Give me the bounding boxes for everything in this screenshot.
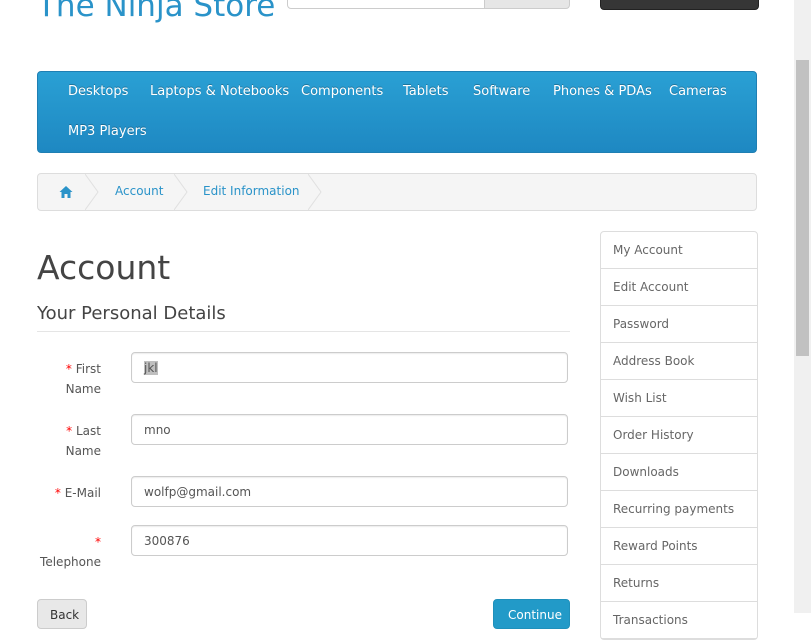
- required-mark: *: [66, 424, 73, 438]
- main-menu: Desktops Laptops & Notebooks Components …: [37, 71, 757, 153]
- menu-item-mp3-players[interactable]: MP3 Players: [68, 124, 147, 139]
- home-icon[interactable]: [59, 184, 73, 198]
- sidebar-item-returns[interactable]: Returns: [601, 565, 757, 602]
- breadcrumb-separator: [174, 174, 188, 210]
- cart-button[interactable]: [600, 0, 759, 10]
- sidebar-item-reward-points[interactable]: Reward Points: [601, 528, 757, 565]
- sidebar-item-my-account[interactable]: My Account: [601, 232, 757, 269]
- breadcrumb-separator: [308, 174, 322, 210]
- menu-item-laptops[interactable]: Laptops & Notebooks: [150, 84, 289, 99]
- menu-item-cameras[interactable]: Cameras: [669, 84, 727, 99]
- menu-item-tablets[interactable]: Tablets: [403, 84, 449, 99]
- menu-item-phones[interactable]: Phones & PDAs: [553, 84, 652, 99]
- account-sidebar: My Account Edit Account Password Address…: [600, 231, 758, 640]
- required-mark: *: [65, 362, 72, 376]
- scrollbar-thumb[interactable]: [796, 60, 809, 356]
- sidebar-item-edit-account[interactable]: Edit Account: [601, 269, 757, 306]
- telephone-label: * Telephone: [37, 532, 101, 572]
- sidebar-item-order-history[interactable]: Order History: [601, 417, 757, 454]
- breadcrumb: Account Edit Information: [37, 173, 757, 211]
- breadcrumb-edit-information[interactable]: Edit Information: [203, 184, 300, 198]
- menu-item-software[interactable]: Software: [473, 84, 530, 99]
- search-button[interactable]: [484, 0, 570, 9]
- required-mark: *: [95, 535, 101, 549]
- breadcrumb-separator: [85, 174, 99, 210]
- section-title: Your Personal Details: [37, 303, 570, 332]
- email-label: * E-Mail: [37, 483, 101, 503]
- sidebar-item-password[interactable]: Password: [601, 306, 757, 343]
- back-button[interactable]: Back: [37, 599, 87, 629]
- continue-button[interactable]: Continue: [493, 599, 570, 629]
- sidebar-item-downloads[interactable]: Downloads: [601, 454, 757, 491]
- search-group: [287, 0, 570, 9]
- label-line: Telephone: [40, 555, 101, 569]
- search-input[interactable]: [287, 0, 485, 9]
- label-line: Name: [65, 444, 101, 458]
- sidebar-item-address-book[interactable]: Address Book: [601, 343, 757, 380]
- menu-item-desktops[interactable]: Desktops: [68, 84, 128, 99]
- first-name-label: * First Name: [37, 359, 101, 399]
- required-mark: *: [54, 486, 61, 500]
- sidebar-item-wish-list[interactable]: Wish List: [601, 380, 757, 417]
- first-name-field[interactable]: jkl: [131, 352, 568, 383]
- label-line: Last: [76, 424, 101, 438]
- field-value: jkl: [144, 361, 158, 375]
- label-line: Name: [65, 382, 101, 396]
- last-name-label: * Last Name: [37, 421, 101, 461]
- label-line: E-Mail: [64, 486, 101, 500]
- label-line: First: [75, 362, 101, 376]
- breadcrumb-account[interactable]: Account: [115, 184, 163, 198]
- sidebar-item-transactions[interactable]: Transactions: [601, 602, 757, 639]
- store-logo-link[interactable]: The Ninja Store: [37, 0, 277, 24]
- sidebar-item-recurring-payments[interactable]: Recurring payments: [601, 491, 757, 528]
- email-field[interactable]: wolfp@gmail.com: [131, 476, 568, 507]
- page-title: Account: [37, 248, 171, 287]
- last-name-field[interactable]: mno: [131, 414, 568, 445]
- telephone-field[interactable]: 300876: [131, 525, 568, 556]
- menu-item-components[interactable]: Components: [301, 84, 383, 99]
